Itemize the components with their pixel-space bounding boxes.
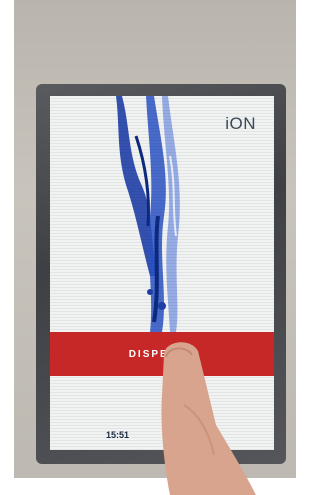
dispense-button-label: DISPENSE <box>128 348 196 360</box>
clock-time: 15:51 <box>106 430 130 440</box>
dispense-button[interactable]: DISPENSE <box>50 332 274 376</box>
water-splash-image <box>116 96 180 332</box>
ion-logo: iON <box>225 114 256 133</box>
kiosk-screen: iON DISPENSE 15:51 <box>50 96 274 450</box>
